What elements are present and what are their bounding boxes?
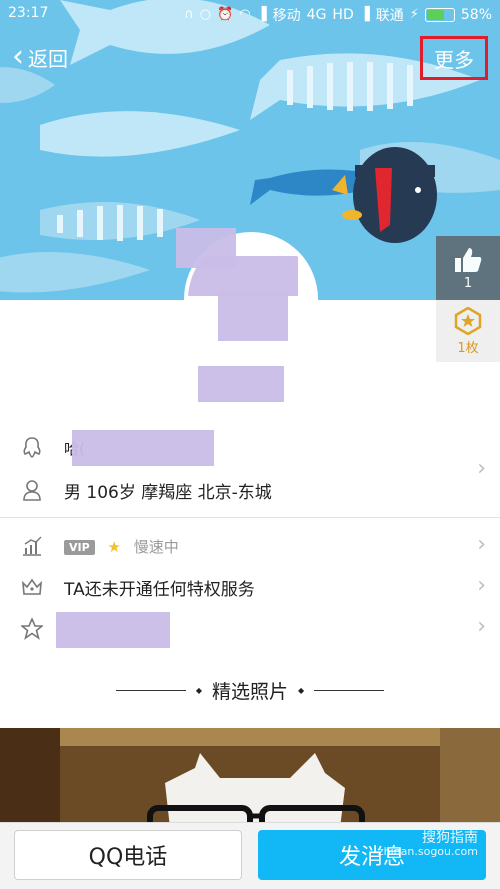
featured-photos-title: 精选照片 xyxy=(211,680,288,703)
featured-photos-header: ◆ 精选照片 ◆ xyxy=(0,674,500,706)
qq-number-redacted xyxy=(72,430,214,466)
qq-penguin-icon xyxy=(20,436,44,460)
nav-bar: ‹ 返回 更多 xyxy=(0,34,500,80)
person-icon xyxy=(20,478,44,502)
privilege-text: TA还未开通任何特权服务 xyxy=(64,579,255,600)
more-button[interactable]: 更多 xyxy=(420,36,488,80)
bottom-action-bar: QQ电话 发消息 搜狗指南 zhinan.sogou.com xyxy=(0,822,500,889)
status-time: 23:17 xyxy=(8,5,49,21)
vip-row[interactable]: VIP ★ 慢速中 › xyxy=(0,530,500,562)
sync-icon: ○ xyxy=(199,7,212,22)
chevron-right-icon: › xyxy=(477,614,486,639)
badge-count: 1枚 xyxy=(457,340,479,356)
battery-icon xyxy=(424,8,455,22)
profile-info-text: 男 106岁 摩羯座 北京-东城 xyxy=(64,482,272,503)
network-type: 4G xyxy=(306,7,327,23)
dot-icon: ◆ xyxy=(298,685,305,695)
profile-info-row[interactable]: 男 106岁 摩羯座 北京-东城 xyxy=(0,474,500,506)
redacted-row[interactable]: › xyxy=(0,608,500,650)
dot-icon: ◆ xyxy=(195,685,202,695)
qq-number-row[interactable]: 哈( › xyxy=(0,430,500,481)
redaction-block xyxy=(56,612,170,648)
star-badge-icon xyxy=(454,306,482,335)
badge-button[interactable]: 1枚 xyxy=(436,300,500,362)
watermark: 搜狗指南 zhinan.sogou.com xyxy=(378,831,478,859)
star-outline-icon xyxy=(20,617,44,641)
wifi-icon: ◠ xyxy=(239,7,251,22)
chevron-left-icon: ‹ xyxy=(12,39,24,74)
like-count: 1 xyxy=(463,275,473,291)
qq-call-button[interactable]: QQ电话 xyxy=(14,830,242,880)
charging-icon: ⚡ xyxy=(409,7,419,22)
thumbs-up-icon xyxy=(455,247,482,272)
vip-status-group: VIP ★ 慢速中 xyxy=(64,536,179,557)
nickname-redacted xyxy=(198,366,284,402)
divider-line xyxy=(314,689,385,691)
signal-icon-2: ▐ xyxy=(359,7,370,22)
chevron-right-icon: › xyxy=(477,532,486,557)
vip-tag: VIP xyxy=(64,539,95,555)
featured-photo[interactable] xyxy=(0,728,500,828)
chevron-right-icon: › xyxy=(477,573,486,598)
growth-chart-icon xyxy=(20,534,44,558)
carrier-2: 联通 xyxy=(375,8,404,24)
redaction-block xyxy=(176,228,236,268)
divider-line xyxy=(115,689,186,691)
carrier-1: 移动 xyxy=(272,8,301,24)
alarm-icon: ⏰ xyxy=(217,7,234,22)
back-button[interactable]: ‹ 返回 xyxy=(12,40,68,74)
vip-status: 慢速中 xyxy=(133,537,179,556)
watermark-title: 搜狗指南 xyxy=(422,830,478,846)
headphone-icon: ∩ xyxy=(184,7,194,22)
divider xyxy=(0,517,500,518)
battery-percent: 58% xyxy=(460,7,492,23)
status-bar: 23:17 ∩ ○ ⏰ ◠ ▐ 移动 4G HD ▐ 联通 ⚡ 58% xyxy=(0,0,500,28)
watermark-url: zhinan.sogou.com xyxy=(377,845,478,858)
hd-indicator: HD xyxy=(332,7,354,23)
like-button[interactable]: 1 xyxy=(436,236,500,300)
crown-icon xyxy=(20,575,44,599)
signal-icon: ▐ xyxy=(256,7,267,22)
redaction-block xyxy=(218,291,288,341)
star-icon: ★ xyxy=(107,537,121,556)
back-label: 返回 xyxy=(28,46,68,71)
privilege-row[interactable]: TA还未开通任何特权服务 › xyxy=(0,571,500,603)
